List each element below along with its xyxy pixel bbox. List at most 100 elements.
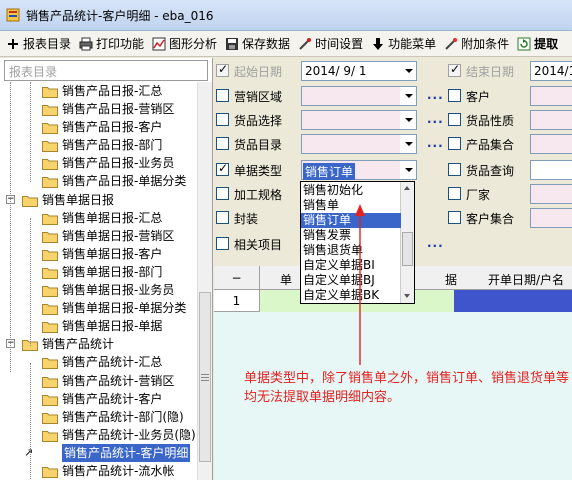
toolbar-button-2[interactable]: 图形分析: [152, 35, 217, 52]
toolbar-button-label: 图形分析: [169, 37, 218, 51]
filter-row: 货品性质: [214, 109, 572, 131]
tree-connector: [30, 363, 31, 480]
filter-label: 厂家: [466, 188, 491, 202]
filter-row: 产品集合: [214, 133, 572, 155]
folder-icon: [42, 121, 58, 135]
tree-item-label: 销售单据日报-单据分类: [62, 301, 187, 316]
end-date-value: 2014/1: [534, 64, 572, 78]
ellipsis-button[interactable]: ...: [427, 236, 444, 250]
toolbar-button-0[interactable]: 报表目录: [6, 35, 71, 52]
start-date-value: 2014/ 9/ 1: [305, 64, 367, 78]
end-date-label: 结束日期: [466, 65, 515, 79]
tree-item-label: 销售产品日报-单据分类: [62, 174, 187, 189]
window-title: 销售产品统计-客户明细 - eba_016: [26, 8, 214, 23]
tree-item-label: 销售产品统计-流水帐: [62, 463, 175, 478]
folder-icon: [42, 375, 58, 388]
filter-label: 客户: [466, 90, 491, 104]
folder-icon: [42, 356, 58, 370]
tree-item-label: 销售单据日报: [42, 192, 115, 207]
tree-item-label: 销售产品日报-业务员: [62, 156, 175, 171]
filter-input[interactable]: [530, 208, 572, 228]
table-cell[interactable]: [454, 290, 572, 312]
wand-icon: [444, 37, 458, 51]
dropdown-scrollbar[interactable]: [400, 182, 414, 303]
tree-item-label: 销售单据日报-客户: [62, 246, 163, 261]
folder-icon: [42, 175, 58, 189]
scroll-down-icon[interactable]: [401, 290, 414, 303]
filter-label: 客户集合: [466, 212, 515, 226]
filter-row: 货品查询: [214, 159, 572, 181]
scroll-grip-icon: [201, 374, 209, 382]
row-number: 1: [214, 290, 260, 312]
filter-label: 货品查询: [466, 164, 515, 178]
tree-item-label: 销售产品统计: [42, 337, 115, 352]
filter-row: 客户: [214, 85, 572, 107]
toolbar-button-label: 提取: [534, 37, 559, 51]
toolbar-button-5[interactable]: 功能菜单: [371, 35, 436, 52]
plus-icon: [6, 37, 20, 51]
tree-item-label: 销售产品统计-业务员(隐): [62, 427, 196, 442]
folder-icon: [42, 85, 58, 98]
tree-connector: [30, 218, 31, 346]
filter-input[interactable]: [530, 86, 572, 106]
toolbar-button-3[interactable]: 保存数据: [225, 35, 290, 52]
filter-checkbox[interactable]: [216, 237, 229, 250]
end-date-picker[interactable]: 2014/1: [530, 61, 572, 81]
pencil-icon: ↗: [24, 445, 34, 459]
filter-checkbox[interactable]: [448, 163, 461, 176]
filter-checkbox[interactable]: [448, 211, 461, 224]
filter-checkbox[interactable]: [448, 187, 461, 200]
grid-col-header[interactable]: 单: [280, 271, 292, 288]
filter-input[interactable]: [530, 134, 572, 154]
filter-input[interactable]: [530, 184, 572, 204]
tree-item-label: 销售单据日报-部门: [62, 264, 163, 279]
toolbar-button-7[interactable]: 提取: [517, 35, 558, 52]
toolbar-button-6[interactable]: 附加条件: [444, 35, 509, 52]
toolbar: 报表目录 打印功能 图形分析 保存数据 时间设置 功能菜单 附加条件 提取: [0, 31, 572, 57]
printer-icon: [79, 37, 93, 51]
tree-item-label: 销售产品日报-部门: [62, 138, 163, 153]
folder-icon: [42, 411, 58, 424]
folder-icon: [42, 230, 58, 243]
grid-corner[interactable]: −: [214, 266, 260, 290]
toolbar-button-4[interactable]: 时间设置: [298, 35, 363, 52]
filter-label: 相关项目: [234, 238, 283, 252]
filter-label: 货品性质: [466, 114, 515, 128]
filter-input[interactable]: [530, 160, 572, 180]
refresh-icon: [517, 37, 531, 51]
folder-icon: [42, 157, 58, 171]
annotation-note: 单据类型中，除了销售单之外，销售订单、销售退货单等均无法提取单据明细内容。: [244, 371, 570, 405]
chevron-down-icon[interactable]: [400, 62, 416, 80]
filter-checkbox[interactable]: [448, 89, 461, 102]
tree-scrollbar[interactable]: [197, 82, 212, 480]
start-date-checkbox[interactable]: [216, 62, 229, 77]
filter-input[interactable]: [530, 110, 572, 130]
dropdown-scroll-thumb[interactable]: [402, 232, 413, 266]
folder-icon: [42, 393, 58, 406]
folder-icon: [42, 103, 58, 117]
grid-col-header[interactable]: 开单日期/户名: [488, 271, 564, 288]
grid-col-header[interactable]: 据: [445, 271, 457, 288]
start-date-picker[interactable]: 2014/ 9/ 1: [301, 61, 417, 81]
toolbar-button-1[interactable]: 打印功能: [79, 35, 144, 52]
toolbar-button-label: 附加条件: [461, 37, 510, 51]
app-icon: [6, 8, 20, 22]
scroll-up-icon[interactable]: [401, 182, 414, 195]
folder-icon: [42, 302, 58, 316]
filter-checkbox[interactable]: [448, 113, 461, 126]
arrow-down-icon: [371, 37, 385, 51]
tree-item-label: 销售产品统计-部门(隐): [62, 409, 184, 424]
folder-icon: [42, 429, 58, 442]
tree-item[interactable]: − 销售单据日报: [0, 191, 198, 209]
date-row: 起始日期 2014/ 9/ 1 结束日期 2014/1: [214, 60, 572, 82]
folder-icon: [22, 194, 38, 207]
dropdown-option[interactable]: 销售初始化: [301, 183, 401, 198]
folder-icon: [42, 465, 58, 478]
tree-connector: [30, 82, 31, 182]
tree-item-label: 销售单据日报-营销区: [62, 228, 175, 243]
filter-checkbox[interactable]: [448, 137, 461, 150]
arrow-annotation-icon: [355, 204, 365, 365]
tree-item-label: 销售产品统计-汇总: [62, 355, 163, 370]
folder-icon: [42, 248, 58, 261]
end-date-checkbox[interactable]: [448, 62, 461, 77]
